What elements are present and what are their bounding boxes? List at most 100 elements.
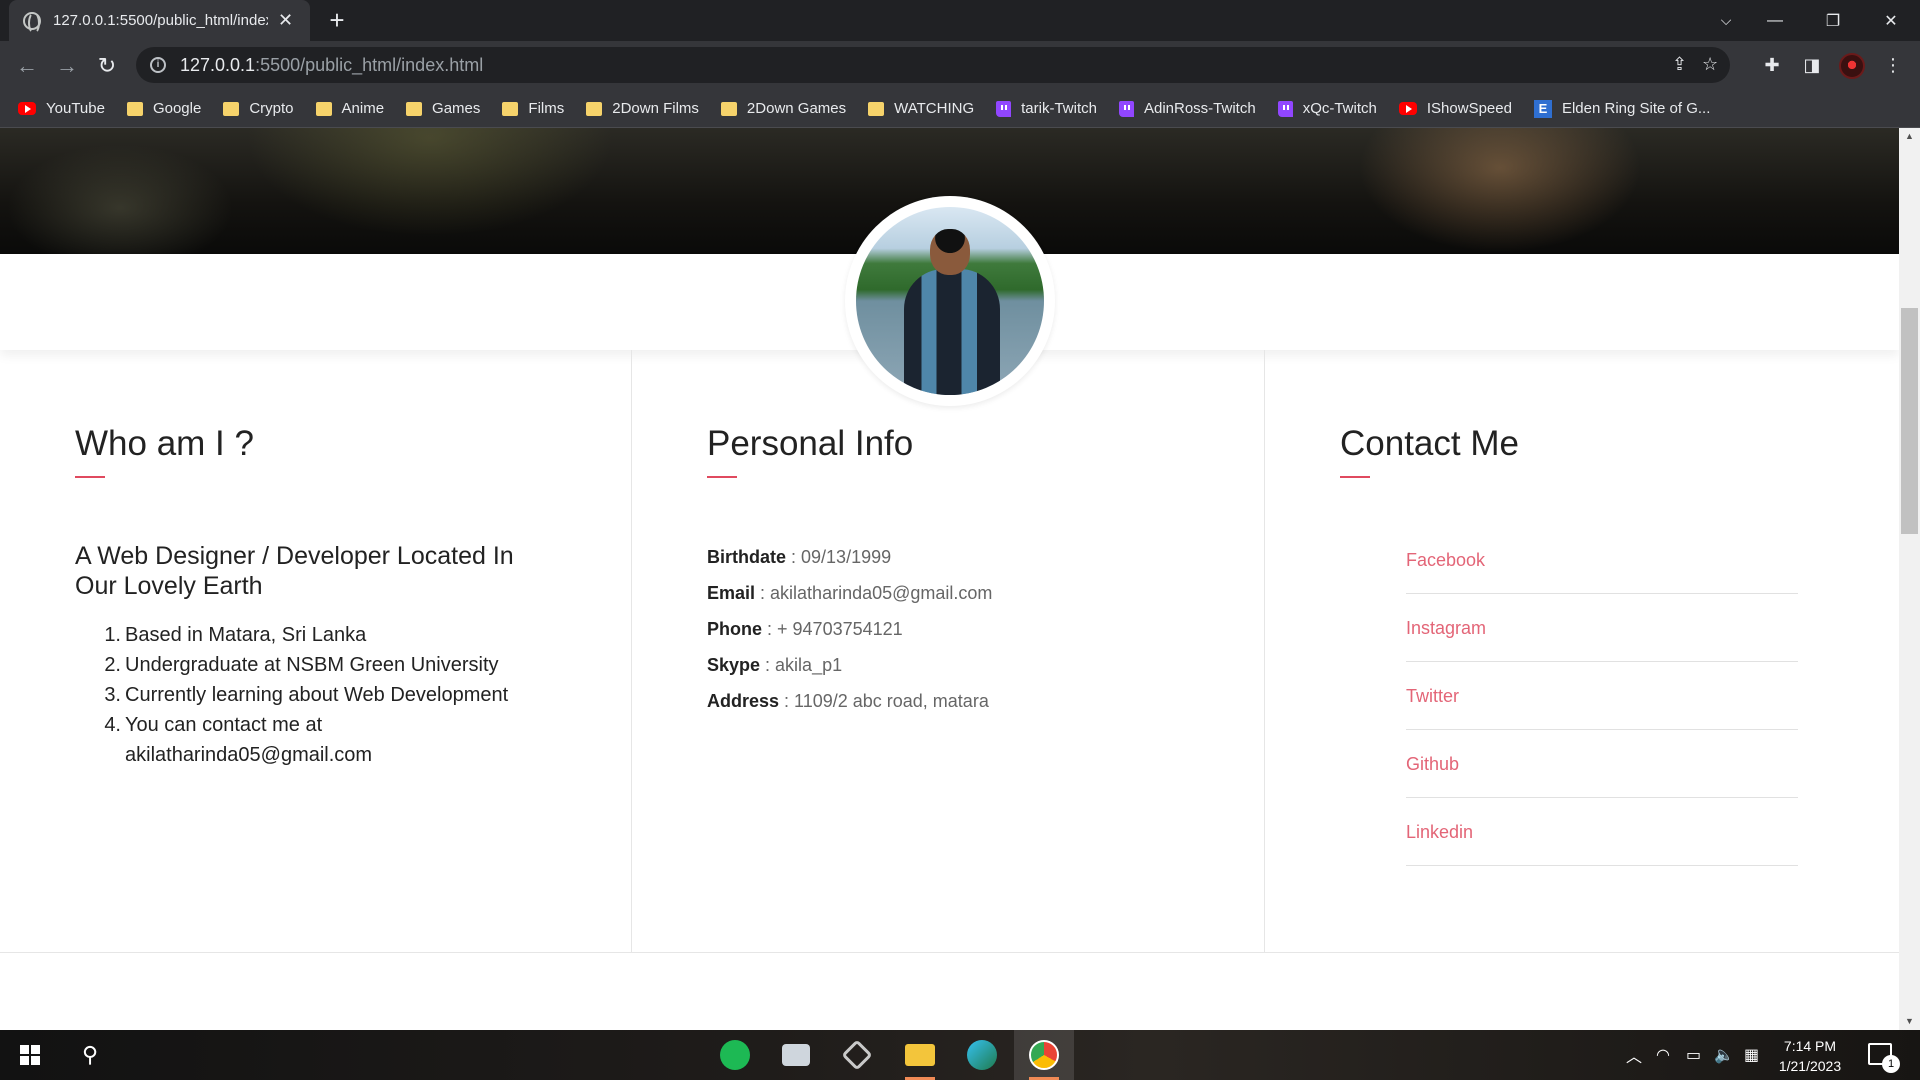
youtube-icon bbox=[1398, 102, 1417, 115]
edge-icon bbox=[967, 1040, 997, 1070]
bookmark-ishowspeed[interactable]: IShowSpeed bbox=[1398, 100, 1512, 117]
skype-row: Skype : akila_p1 bbox=[707, 655, 843, 675]
url-text[interactable]: 127.0.0.1:5500/public_html/index.html bbox=[180, 55, 483, 76]
bookmark-xqc-twitch[interactable]: xQc-Twitch bbox=[1277, 100, 1377, 117]
start-button[interactable] bbox=[0, 1030, 60, 1080]
windows-logo-icon bbox=[20, 1045, 40, 1065]
taskbar-spotify[interactable] bbox=[705, 1030, 765, 1080]
close-tab-icon[interactable]: ✕ bbox=[278, 10, 293, 31]
about-column: Who am I ? A Web Designer / Developer Lo… bbox=[0, 350, 632, 953]
scroll-up-arrow-icon[interactable]: ▲ bbox=[1899, 128, 1920, 145]
list-item: 1. Based in Matara, Sri Lanka bbox=[104, 624, 367, 646]
show-hidden-icons-chevron-icon[interactable]: ︿ bbox=[1626, 1030, 1642, 1080]
minimize-button[interactable]: — bbox=[1746, 0, 1804, 41]
globe-icon bbox=[23, 11, 41, 34]
taskbar-file-explorer[interactable] bbox=[890, 1030, 950, 1080]
avatar bbox=[845, 196, 1055, 406]
wifi-icon[interactable]: ◠ bbox=[1656, 1030, 1670, 1080]
bookmark-star-icon[interactable]: ☆ bbox=[1702, 54, 1718, 75]
browser-tab-strip: 127.0.0.1:5500/public_html/index.html ✕ … bbox=[0, 0, 1920, 41]
list-item: 4. You can contact me at akilatharinda05@… bbox=[104, 714, 373, 766]
heading-underline bbox=[1340, 476, 1370, 478]
bookmark-elden-ring[interactable]: E Elden Ring Site of G... bbox=[1533, 99, 1710, 118]
battery-icon[interactable]: ▭ bbox=[1686, 1030, 1701, 1080]
scrollbar-thumb[interactable] bbox=[1901, 308, 1918, 534]
address-row: Address : 1109/2 abc road, matara bbox=[707, 691, 989, 711]
site-info-icon[interactable]: i bbox=[150, 57, 166, 73]
folder-icon bbox=[720, 101, 737, 116]
facebook-link[interactable]: Facebook bbox=[1406, 526, 1798, 594]
taskbar-chrome[interactable] bbox=[1014, 1030, 1074, 1080]
profile-avatar[interactable] bbox=[1839, 53, 1865, 79]
notification-center-icon[interactable]: 1 bbox=[1868, 1043, 1900, 1073]
taskbar-photos[interactable] bbox=[766, 1030, 826, 1080]
folder-icon bbox=[502, 101, 519, 116]
bookmark-youtube[interactable]: YouTube bbox=[18, 100, 105, 117]
folder-icon bbox=[223, 101, 240, 116]
chrome-icon bbox=[1029, 1040, 1059, 1070]
photos-icon bbox=[782, 1044, 810, 1066]
bookmark-watching[interactable]: WATCHING bbox=[868, 100, 974, 117]
clock-time: 7:14 PM bbox=[1783, 1038, 1837, 1054]
twitch-icon bbox=[1277, 100, 1293, 117]
browser-toolbar: ← → ↻ i 127.0.0.1:5500/public_html/index… bbox=[0, 41, 1920, 90]
bookmark-tarik-twitch[interactable]: tarik-Twitch bbox=[996, 100, 1097, 117]
unity-icon bbox=[841, 1039, 873, 1071]
language-icon[interactable]: ▦ bbox=[1744, 1030, 1759, 1080]
scroll-down-arrow-icon[interactable]: ▼ bbox=[1899, 1013, 1920, 1030]
browser-tab[interactable]: 127.0.0.1:5500/public_html/index.html ✕ bbox=[9, 0, 310, 41]
contact-column: Contact Me Facebook Instagram Twitter Gi… bbox=[1265, 350, 1899, 953]
search-button[interactable]: ⚲ bbox=[60, 1030, 120, 1080]
new-tab-button[interactable]: + bbox=[322, 5, 352, 35]
bookmark-anime[interactable]: Anime bbox=[315, 100, 384, 117]
instagram-link[interactable]: Instagram bbox=[1406, 594, 1798, 662]
spotify-icon bbox=[720, 1040, 750, 1070]
tab-search-chevron-icon[interactable]: ⌵ bbox=[1706, 0, 1746, 41]
about-facts-list: 1. Based in Matara, Sri Lanka 2. Undergrad… bbox=[75, 620, 545, 770]
bookmark-games[interactable]: Games bbox=[406, 100, 480, 117]
info-columns: Who am I ? A Web Designer / Developer Lo… bbox=[0, 350, 1899, 953]
share-icon[interactable]: ⇪ bbox=[1672, 54, 1687, 75]
address-bar[interactable]: i 127.0.0.1:5500/public_html/index.html … bbox=[136, 47, 1730, 83]
extensions-icon[interactable]: ✚ bbox=[1758, 51, 1786, 79]
page-scrollbar[interactable]: ▲ ▼ bbox=[1899, 128, 1920, 1030]
list-item: 2. Undergraduate at NSBM Green University bbox=[104, 654, 499, 676]
forward-button[interactable]: → bbox=[54, 53, 80, 79]
person-shape bbox=[904, 269, 1000, 395]
menu-icon[interactable]: ⋮ bbox=[1879, 51, 1907, 79]
bookmark-2down-films[interactable]: 2Down Films bbox=[586, 100, 699, 117]
personal-info-list: Birthdate : 09/13/1999 Email : akilathar… bbox=[707, 539, 1207, 719]
contact-links: Facebook Instagram Twitter Github Linked… bbox=[1406, 526, 1798, 866]
side-panel-icon[interactable]: ◨ bbox=[1798, 51, 1826, 79]
twitter-link[interactable]: Twitter bbox=[1406, 662, 1798, 730]
birthdate-row: Birthdate : 09/13/1999 bbox=[707, 547, 892, 567]
restore-button[interactable]: ❐ bbox=[1804, 0, 1862, 41]
heading-underline bbox=[75, 476, 105, 478]
reload-button[interactable]: ↻ bbox=[94, 53, 120, 79]
folder-icon bbox=[905, 1044, 935, 1066]
phone-row: Phone : + 94703754121 bbox=[707, 619, 903, 639]
clock-date: 1/21/2023 bbox=[1778, 1058, 1842, 1074]
bookmark-crypto[interactable]: Crypto bbox=[223, 100, 294, 117]
bookmark-2down-games[interactable]: 2Down Games bbox=[720, 100, 846, 117]
volume-icon[interactable]: 🔈 bbox=[1714, 1030, 1734, 1080]
system-clock[interactable]: 7:14 PM 1/21/2023 bbox=[1770, 1036, 1850, 1076]
personal-info-heading: Personal Info bbox=[707, 424, 914, 463]
tab-title: 127.0.0.1:5500/public_html/index.html bbox=[53, 12, 268, 29]
about-tagline: A Web Designer / Developer Located In Ou… bbox=[75, 542, 514, 600]
bookmark-films[interactable]: Films bbox=[502, 100, 564, 117]
youtube-icon bbox=[18, 102, 36, 115]
folder-icon bbox=[586, 101, 603, 116]
twitch-icon bbox=[996, 100, 1012, 117]
github-link[interactable]: Github bbox=[1406, 730, 1798, 798]
linkedin-link[interactable]: Linkedin bbox=[1406, 798, 1798, 866]
folder-icon bbox=[406, 101, 423, 116]
bookmark-google[interactable]: Google bbox=[126, 100, 201, 117]
taskbar-unity[interactable] bbox=[827, 1030, 887, 1080]
close-window-button[interactable]: ✕ bbox=[1862, 0, 1920, 41]
person-head-shape bbox=[930, 229, 970, 275]
twitch-icon bbox=[1118, 100, 1134, 117]
bookmark-adinross-twitch[interactable]: AdinRoss-Twitch bbox=[1118, 100, 1256, 117]
taskbar-edge[interactable] bbox=[952, 1030, 1012, 1080]
back-button[interactable]: ← bbox=[14, 53, 40, 79]
